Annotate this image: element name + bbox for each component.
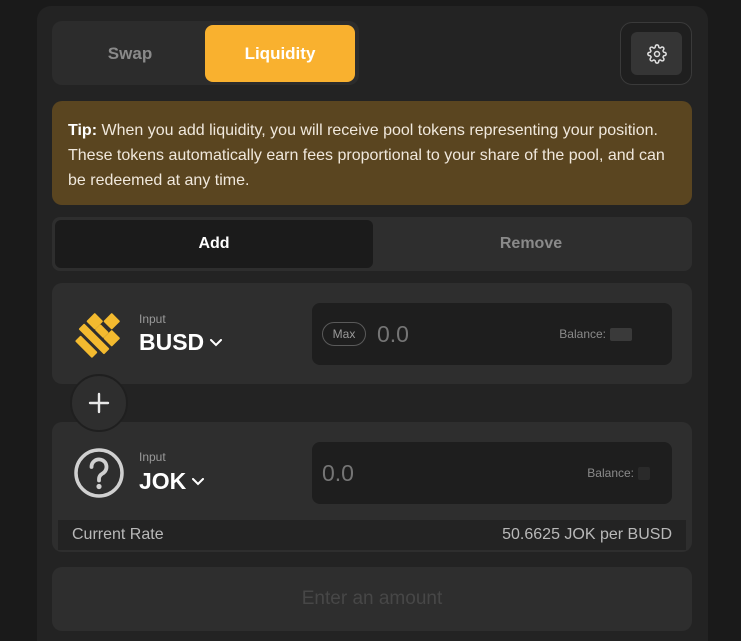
tab-remove[interactable]: Remove xyxy=(373,220,689,268)
balance-value-redacted xyxy=(638,466,650,480)
settings-container xyxy=(620,22,692,85)
add-remove-tabs: Add Remove xyxy=(52,217,692,271)
tip-text: When you add liquidity, you will receive… xyxy=(68,122,665,189)
busd-logo-icon xyxy=(75,313,120,358)
max-button[interactable]: Max xyxy=(322,322,366,346)
token-symbol: JOK xyxy=(139,468,187,494)
tab-swap[interactable]: Swap xyxy=(56,25,204,82)
balance-label: Balance: xyxy=(587,466,634,480)
plus-icon xyxy=(88,392,110,414)
tip-banner: Tip: When you add liquidity, you will re… xyxy=(52,101,692,205)
amount-box-a: Max Balance: xyxy=(312,303,672,365)
rate-label: Current Rate xyxy=(72,526,164,543)
current-rate-row: Current Rate 50.6625 JOK per BUSD xyxy=(58,520,686,550)
token-selector-jok[interactable]: JOK xyxy=(139,468,205,495)
input-card-a: Input BUSD Max Balance: xyxy=(52,283,692,384)
amount-box-b: Balance: xyxy=(312,442,672,504)
enter-amount-button[interactable]: Enter an amount xyxy=(52,567,692,631)
tip-label: Tip: xyxy=(68,122,98,139)
input-label: Input xyxy=(139,312,166,326)
add-pair-button[interactable] xyxy=(70,374,128,432)
chevron-down-icon xyxy=(210,338,223,346)
balance-label: Balance: xyxy=(559,327,606,341)
token-symbol: BUSD xyxy=(139,329,205,355)
tab-add[interactable]: Add xyxy=(55,220,373,268)
gear-icon xyxy=(646,43,667,64)
amount-input-b[interactable] xyxy=(322,456,502,490)
tab-liquidity[interactable]: Liquidity xyxy=(205,25,355,82)
rate-value: 50.6625 JOK per BUSD xyxy=(502,526,672,543)
input-label: Input xyxy=(139,450,166,464)
token-selector-busd[interactable]: BUSD xyxy=(139,329,223,356)
settings-button[interactable] xyxy=(631,32,682,75)
input-card-b: Input JOK Balance: Current Rate 50.6625 … xyxy=(52,422,692,552)
swap-liquidity-tabs: Swap Liquidity xyxy=(52,21,359,85)
balance-value-redacted xyxy=(610,327,632,341)
balance-a: Balance: xyxy=(559,327,632,341)
balance-b: Balance: xyxy=(587,466,650,480)
amount-input-a[interactable] xyxy=(377,317,557,351)
chevron-down-icon xyxy=(192,477,205,485)
unknown-token-icon xyxy=(74,448,124,498)
